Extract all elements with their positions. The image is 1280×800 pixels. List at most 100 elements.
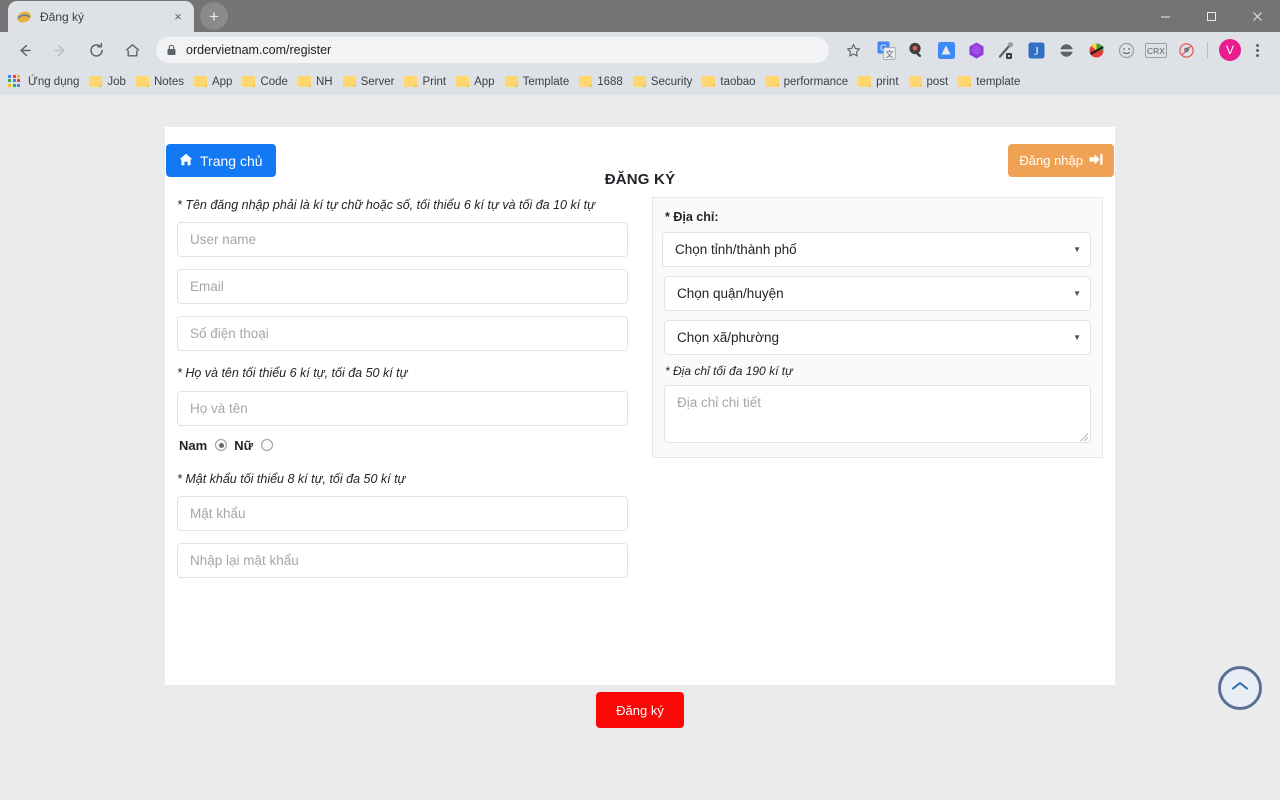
- bookmark-label: Ứng dụng: [28, 75, 80, 88]
- bookmark-job[interactable]: Job: [89, 76, 126, 88]
- bookmark-1688[interactable]: 1688: [579, 76, 623, 88]
- colorzilla-icon[interactable]: [1084, 38, 1108, 62]
- browser-tab[interactable]: Đăng ký ×: [8, 1, 194, 32]
- bookmark-apps[interactable]: Ứng dụng: [8, 74, 80, 89]
- adblock-icon[interactable]: [1174, 38, 1198, 62]
- page-title: ĐĂNG KÝ: [604, 171, 676, 188]
- username-hint: * Tên đăng nhập phải là kí tự chữ hoặc s…: [177, 198, 596, 212]
- bookmark-code[interactable]: Code: [242, 76, 288, 88]
- maximize-button[interactable]: [1188, 0, 1234, 32]
- gender-female-radio[interactable]: [261, 439, 273, 451]
- purple-box-icon[interactable]: [964, 38, 988, 62]
- url-text: ordervietnam.com/register: [186, 43, 332, 57]
- address-panel: * Địa chỉ: Chọn tỉnh/thành phố ▼ Chọn qu…: [652, 197, 1103, 458]
- bookmark-app[interactable]: App: [193, 75, 233, 88]
- scroll-to-top-button[interactable]: [1218, 666, 1262, 710]
- json-viewer-icon[interactable]: J: [1024, 38, 1048, 62]
- submit-row: Đăng ký: [165, 692, 1115, 728]
- bookmark-label: 1688: [597, 75, 623, 88]
- svg-text:文: 文: [885, 49, 893, 59]
- house-icon: [179, 153, 193, 169]
- bookmark-notes[interactable]: Notes: [135, 75, 184, 88]
- browser-titlebar: Đăng ký × +: [0, 0, 1280, 32]
- bookmark-label: Server: [360, 75, 395, 88]
- profile-avatar[interactable]: V: [1219, 39, 1241, 61]
- username-input[interactable]: [177, 222, 628, 258]
- phone-input[interactable]: [177, 316, 628, 352]
- close-window-button[interactable]: [1234, 0, 1280, 32]
- ward-select[interactable]: Chọn xã/phường: [664, 320, 1091, 355]
- search-extension-icon[interactable]: [904, 38, 928, 62]
- password-input[interactable]: [177, 495, 628, 531]
- bookmark-template[interactable]: Template: [504, 76, 569, 88]
- folder-icon: [958, 76, 972, 87]
- bookmark-print[interactable]: Print: [404, 76, 446, 88]
- district-select[interactable]: Chọn quận/huyện: [664, 276, 1091, 311]
- province-select[interactable]: Chọn tỉnh/thành phố: [662, 232, 1091, 267]
- reload-icon[interactable]: [82, 36, 110, 64]
- forward-icon[interactable]: [46, 36, 74, 64]
- bookmark-security[interactable]: Security: [632, 76, 692, 88]
- folder-icon: [297, 76, 311, 87]
- chrome-menu-icon[interactable]: [1246, 43, 1268, 57]
- bookmark-label: Print: [422, 75, 447, 88]
- district-select-wrap: Chọn quận/huyện ▼: [664, 276, 1091, 311]
- bookmark-label: template: [976, 75, 1021, 88]
- address-detail-textarea[interactable]: [664, 385, 1091, 443]
- bookmark-print-2[interactable]: print: [858, 76, 899, 88]
- grammarly-icon[interactable]: [934, 38, 958, 62]
- address-bar[interactable]: ordervietnam.com/register: [156, 37, 829, 63]
- bookmark-server[interactable]: Server: [342, 75, 395, 88]
- bookmark-performance[interactable]: performance: [765, 75, 849, 88]
- bookmark-label: App: [474, 75, 495, 88]
- bookmark-label: Job: [107, 75, 126, 88]
- bookmarks-bar: Ứng dụng Job Notes App Code NH Server Pr…: [0, 68, 1280, 96]
- smiley-icon[interactable]: [1114, 38, 1138, 62]
- folder-icon: [193, 76, 207, 87]
- back-icon[interactable]: [10, 36, 38, 64]
- bookmark-taobao[interactable]: taobao: [702, 76, 756, 88]
- dark-reader-icon[interactable]: [1054, 38, 1078, 62]
- fullname-input[interactable]: [177, 390, 628, 426]
- google-translate-icon[interactable]: G文: [874, 38, 898, 62]
- window-controls: [1142, 0, 1280, 32]
- password-confirm-input[interactable]: [177, 542, 628, 578]
- folder-icon: [456, 76, 470, 87]
- folder-icon: [908, 76, 922, 87]
- login-button-label: Đăng nhập: [1019, 153, 1083, 168]
- bookmark-label: App: [211, 75, 233, 88]
- gender-male-radio[interactable]: [215, 439, 228, 451]
- apps-grid-icon: [8, 74, 22, 89]
- new-tab-button[interactable]: +: [200, 2, 228, 30]
- email-input[interactable]: [177, 269, 628, 305]
- bookmark-app-2[interactable]: App: [456, 75, 495, 88]
- bookmark-label: Notes: [153, 75, 184, 88]
- home-button-label: Trang chủ: [200, 152, 263, 169]
- lock-icon: [166, 44, 177, 56]
- register-card: Trang chủ ĐĂNG KÝ Đăng nhập * Tên đăng n…: [165, 127, 1115, 728]
- eyedropper-icon[interactable]: [994, 38, 1018, 62]
- folder-icon: [702, 76, 716, 87]
- bookmark-nh[interactable]: NH: [297, 76, 333, 88]
- gender-male-label: Nam: [179, 437, 208, 453]
- chevron-up-icon: [1231, 679, 1249, 697]
- gender-radio-group: Nam Nữ: [179, 438, 628, 453]
- crx-icon[interactable]: CRX: [1144, 38, 1168, 62]
- minimize-button[interactable]: [1142, 0, 1188, 32]
- browser-window: Đăng ký × + ordervietnam.com/register 文 …: [0, 0, 1280, 800]
- close-tab-icon[interactable]: ×: [170, 9, 186, 25]
- home-icon[interactable]: [118, 36, 146, 64]
- bookmark-label: post: [926, 75, 949, 88]
- bookmark-label: performance: [783, 75, 849, 88]
- browser-toolbar: ordervietnam.com/register G文 J: [0, 32, 1280, 68]
- bookmark-star-icon[interactable]: [839, 36, 867, 64]
- folder-icon: [504, 76, 518, 87]
- svg-text:J: J: [1034, 44, 1039, 58]
- card-header: Trang chủ ĐĂNG KÝ Đăng nhập: [165, 127, 1115, 197]
- bookmark-post[interactable]: post: [908, 75, 949, 88]
- register-submit-button[interactable]: Đăng ký: [596, 692, 684, 728]
- bookmark-template-2[interactable]: template: [958, 76, 1020, 88]
- login-button[interactable]: Đăng nhập: [1008, 144, 1114, 177]
- folder-icon: [242, 76, 256, 87]
- tab-title: Đăng ký: [40, 9, 85, 24]
